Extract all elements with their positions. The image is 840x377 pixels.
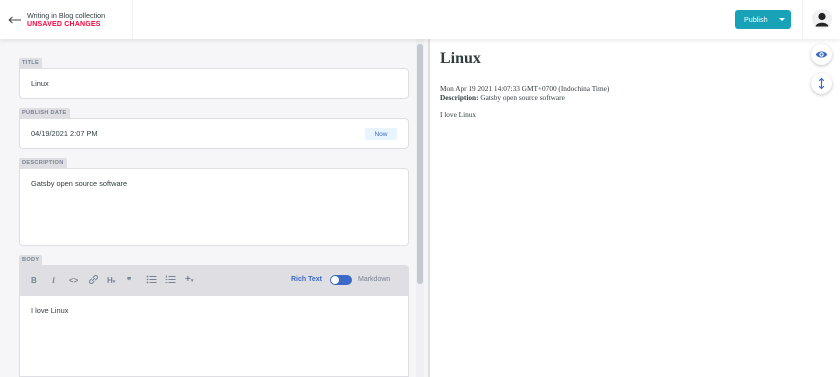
preview-description-label: Description: bbox=[440, 93, 479, 102]
title-field[interactable]: Linux bbox=[19, 68, 409, 99]
publish-date-label: PUBLISH DATE bbox=[19, 108, 70, 118]
heading-button[interactable]: H▾ bbox=[107, 275, 115, 288]
numbered-list-icon[interactable] bbox=[165, 274, 176, 288]
publish-button[interactable]: Publish bbox=[735, 10, 791, 29]
user-icon[interactable] bbox=[812, 9, 832, 29]
preview-description: Description: Gatsby open source software bbox=[440, 93, 565, 102]
code-button[interactable]: <> bbox=[69, 275, 78, 286]
top-bar: Writing in Blog collection UNSAVED CHANG… bbox=[0, 0, 840, 39]
divider bbox=[132, 0, 133, 39]
description-value: Gatsby open source software bbox=[31, 179, 128, 188]
bold-button[interactable]: B bbox=[31, 275, 37, 286]
preview-title: Linux bbox=[440, 50, 481, 67]
publish-date-field[interactable]: 04/19/2021 2:07 PM bbox=[19, 118, 409, 149]
add-block-button[interactable]: +▾ bbox=[185, 274, 193, 287]
description-label: DESCRIPTION bbox=[19, 158, 67, 168]
sync-scroll-icon[interactable] bbox=[811, 73, 832, 94]
divider bbox=[802, 0, 803, 39]
body-editor[interactable]: I love Linux bbox=[19, 296, 409, 377]
preview-body: I love Linux bbox=[440, 110, 477, 119]
editor-scrollbar-thumb[interactable] bbox=[417, 44, 423, 284]
description-field[interactable]: Gatsby open source software bbox=[19, 168, 409, 246]
now-button[interactable]: Now bbox=[365, 128, 397, 140]
preview-date: Mon Apr 19 2021 14:07:33 GMT+0700 (Indoc… bbox=[440, 84, 610, 93]
arrow-left-icon[interactable] bbox=[8, 10, 22, 30]
italic-button[interactable]: I bbox=[52, 275, 55, 286]
bulleted-list-icon[interactable] bbox=[146, 274, 157, 288]
collection-label: Writing in Blog collection bbox=[27, 11, 106, 20]
body-label: BODY bbox=[19, 255, 43, 265]
preview-description-text: Gatsby open source software bbox=[480, 93, 565, 102]
markdown-toggle[interactable] bbox=[330, 275, 352, 285]
link-icon[interactable] bbox=[88, 274, 99, 288]
rich-text-label: Rich Text bbox=[291, 276, 322, 283]
title-value: Linux bbox=[31, 79, 49, 88]
unsaved-status: UNSAVED CHANGES bbox=[27, 21, 101, 28]
eye-icon[interactable] bbox=[811, 44, 832, 65]
quote-button[interactable]: ❞ bbox=[127, 275, 131, 286]
publish-label: Publish bbox=[744, 15, 768, 24]
publish-date-value: 04/19/2021 2:07 PM bbox=[31, 129, 98, 138]
markdown-label: Markdown bbox=[358, 276, 391, 283]
chevron-down-icon bbox=[779, 18, 785, 21]
title-label: TITLE bbox=[19, 58, 43, 68]
toggle-knob bbox=[331, 276, 339, 284]
body-value: I love Linux bbox=[31, 306, 69, 315]
